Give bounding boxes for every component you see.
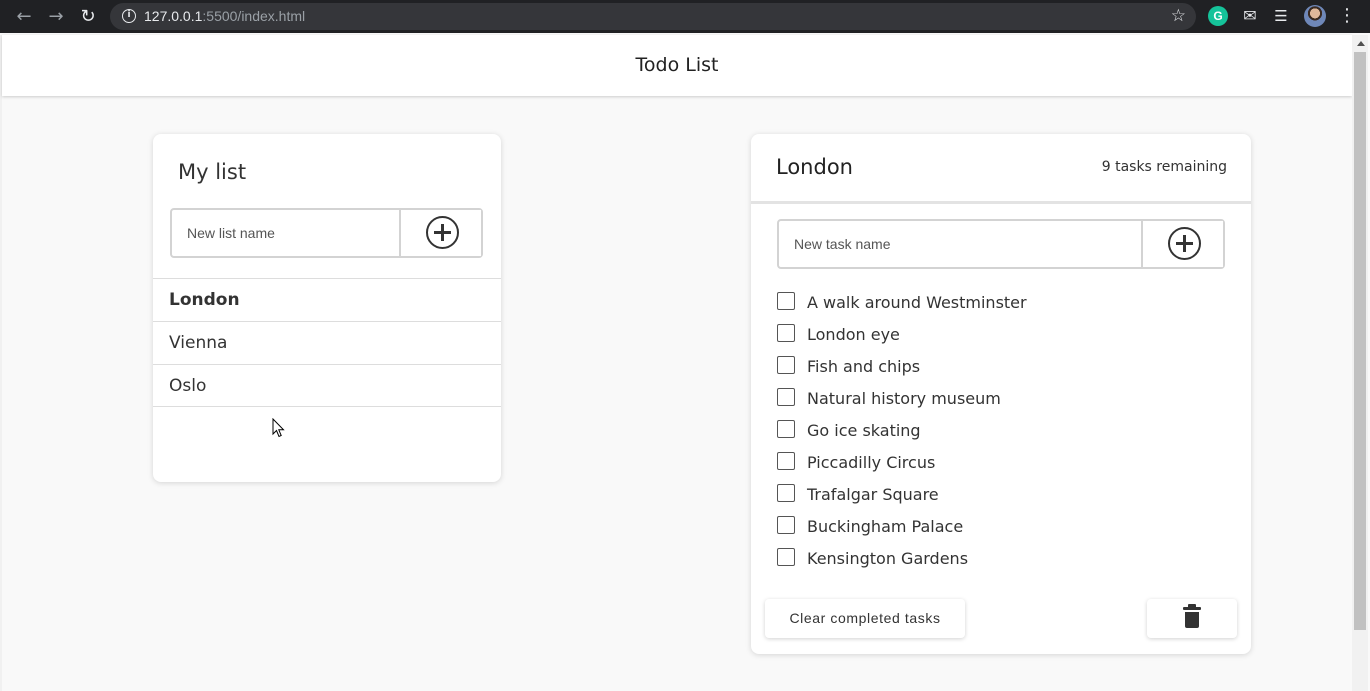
tasks-remaining-count: 9 tasks remaining [1101, 159, 1227, 175]
task-item: London eye [777, 321, 1227, 353]
task-label[interactable]: A walk around Westminster [807, 293, 1027, 312]
plus-circle-icon [426, 216, 459, 249]
new-task-form [777, 219, 1225, 269]
task-checkbox[interactable] [777, 516, 795, 534]
task-checkbox[interactable] [777, 452, 795, 470]
menu-icon[interactable]: ⋮ [1338, 5, 1356, 27]
list-items: London Vienna Oslo [153, 278, 501, 407]
lists-card: My list London Vienna Oslo [153, 134, 501, 482]
browser-toolbar: ← → ↻ i 127.0.0.1:5500/index.html ☆ ✉ ☰ … [0, 0, 1370, 33]
task-item: Fish and chips [777, 353, 1227, 385]
grammarly-icon[interactable] [1208, 6, 1228, 26]
task-label[interactable]: Kensington Gardens [807, 549, 968, 568]
task-label[interactable]: Go ice skating [807, 421, 921, 440]
list-item-london[interactable]: London [153, 278, 501, 321]
task-item: A walk around Westminster [777, 289, 1227, 321]
add-list-button[interactable] [399, 210, 481, 256]
header-divider [751, 201, 1251, 204]
plus-circle-icon [1168, 227, 1201, 260]
scroll-up-arrow-icon[interactable] [1357, 41, 1365, 46]
task-item: Trafalgar Square [777, 481, 1227, 513]
address-bar[interactable]: i 127.0.0.1:5500/index.html ☆ [110, 3, 1196, 30]
task-label[interactable]: Buckingham Palace [807, 517, 963, 536]
forward-arrow-icon[interactable]: → [44, 5, 68, 29]
app-title: Todo List [635, 54, 719, 76]
task-label[interactable]: Fish and chips [807, 357, 920, 376]
new-task-input[interactable] [779, 221, 1141, 267]
scrollbar[interactable] [1352, 35, 1368, 691]
selected-list-title: London [776, 155, 853, 179]
profile-avatar[interactable] [1304, 5, 1326, 27]
url-text[interactable]: 127.0.0.1:5500/index.html [144, 8, 305, 24]
media-list-icon[interactable]: ☰ [1271, 6, 1291, 26]
info-icon[interactable]: i [122, 9, 136, 23]
reload-icon[interactable]: ↻ [76, 5, 100, 29]
list-item-oslo[interactable]: Oslo [153, 364, 501, 407]
app-header: Todo List [2, 35, 1352, 96]
task-checkbox[interactable] [777, 420, 795, 438]
task-label[interactable]: Trafalgar Square [807, 485, 939, 504]
new-list-input[interactable] [172, 210, 400, 256]
tasks-card: London 9 tasks remaining A walk around W… [751, 134, 1251, 654]
lists-title: My list [178, 160, 247, 184]
task-checkbox[interactable] [777, 388, 795, 406]
task-list: A walk around Westminster London eye Fis… [777, 289, 1227, 577]
scrollbar-thumb[interactable] [1354, 52, 1366, 630]
task-checkbox[interactable] [777, 356, 795, 374]
task-item: Kensington Gardens [777, 545, 1227, 577]
task-label[interactable]: Piccadilly Circus [807, 453, 935, 472]
back-arrow-icon[interactable]: ← [12, 5, 36, 29]
task-checkbox[interactable] [777, 292, 795, 310]
task-item: Natural history museum [777, 385, 1227, 417]
task-checkbox[interactable] [777, 324, 795, 342]
page: Todo List My list London Vienna Oslo Lon… [2, 35, 1352, 691]
clear-completed-button[interactable]: Clear completed tasks [765, 599, 965, 638]
list-item-vienna[interactable]: Vienna [153, 321, 501, 364]
star-icon[interactable]: ☆ [1171, 6, 1186, 26]
task-item: Go ice skating [777, 417, 1227, 449]
extensions-icon[interactable]: ✉ [1240, 6, 1260, 26]
add-task-button[interactable] [1141, 221, 1223, 267]
task-checkbox[interactable] [777, 548, 795, 566]
task-item: Buckingham Palace [777, 513, 1227, 545]
task-label[interactable]: London eye [807, 325, 900, 344]
task-label[interactable]: Natural history museum [807, 389, 1001, 408]
new-list-form [170, 208, 483, 258]
delete-list-button[interactable] [1147, 599, 1237, 638]
task-item: Piccadilly Circus [777, 449, 1227, 481]
task-checkbox[interactable] [777, 484, 795, 502]
